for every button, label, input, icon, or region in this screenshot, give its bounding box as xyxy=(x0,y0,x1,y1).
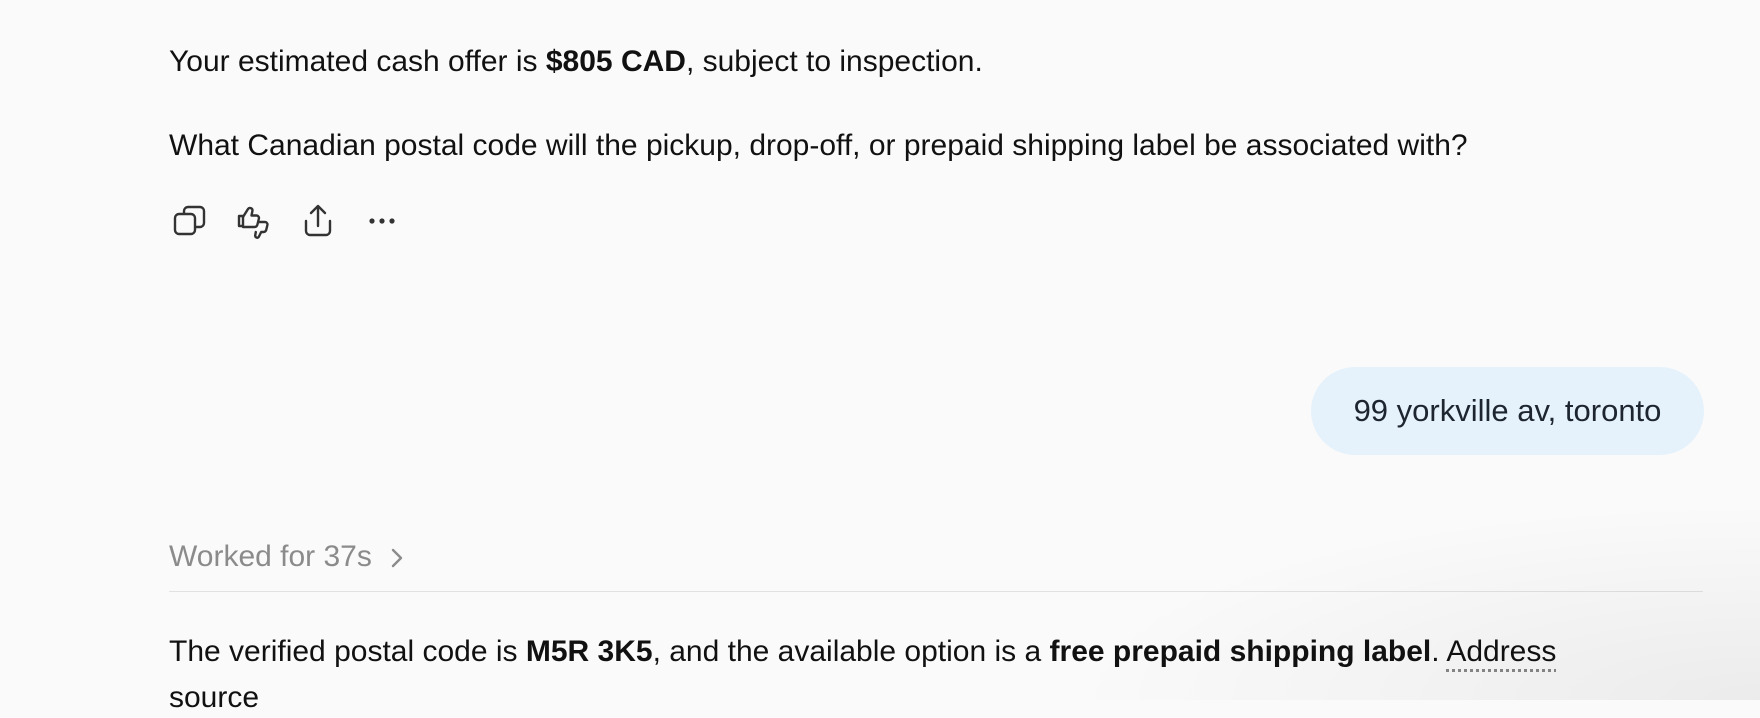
chevron-right-icon xyxy=(391,548,403,568)
result-overflow-line: source xyxy=(169,681,260,714)
offer-suffix: , subject to inspection. xyxy=(685,45,983,78)
share-button[interactable] xyxy=(296,199,340,243)
postal-code-result: The verified postal code is M5R 3K5, and… xyxy=(169,632,1556,672)
shipping-option: free prepaid shipping label xyxy=(1049,635,1432,668)
copy-icon xyxy=(173,205,206,236)
offer-amount: $805 CAD xyxy=(545,45,686,78)
divider xyxy=(169,591,1703,592)
address-source-link[interactable]: Address xyxy=(1446,635,1556,668)
more-icon xyxy=(369,218,395,224)
feedback-button[interactable] xyxy=(232,199,276,243)
result-middle: , and the available option is a xyxy=(652,635,1050,668)
worked-for-toggle[interactable]: Worked for 37s xyxy=(169,537,408,577)
user-message-bubble: 99 yorkville av, toronto xyxy=(1311,367,1704,455)
worked-for-label: Worked for 37s xyxy=(169,540,372,573)
offer-prefix: Your estimated cash offer is xyxy=(169,45,546,78)
message-actions xyxy=(168,199,404,243)
copy-button[interactable] xyxy=(168,199,212,243)
thumbs-up-down-icon xyxy=(237,206,269,239)
result-period: . xyxy=(1431,635,1440,668)
more-button[interactable] xyxy=(360,199,404,243)
offer-message: Your estimated cash offer is $805 CAD, s… xyxy=(169,42,983,82)
postal-code-question: What Canadian postal code will the picku… xyxy=(169,129,1468,162)
result-prefix: The verified postal code is xyxy=(169,635,526,668)
postal-code: M5R 3K5 xyxy=(525,635,653,668)
share-icon xyxy=(304,204,332,237)
